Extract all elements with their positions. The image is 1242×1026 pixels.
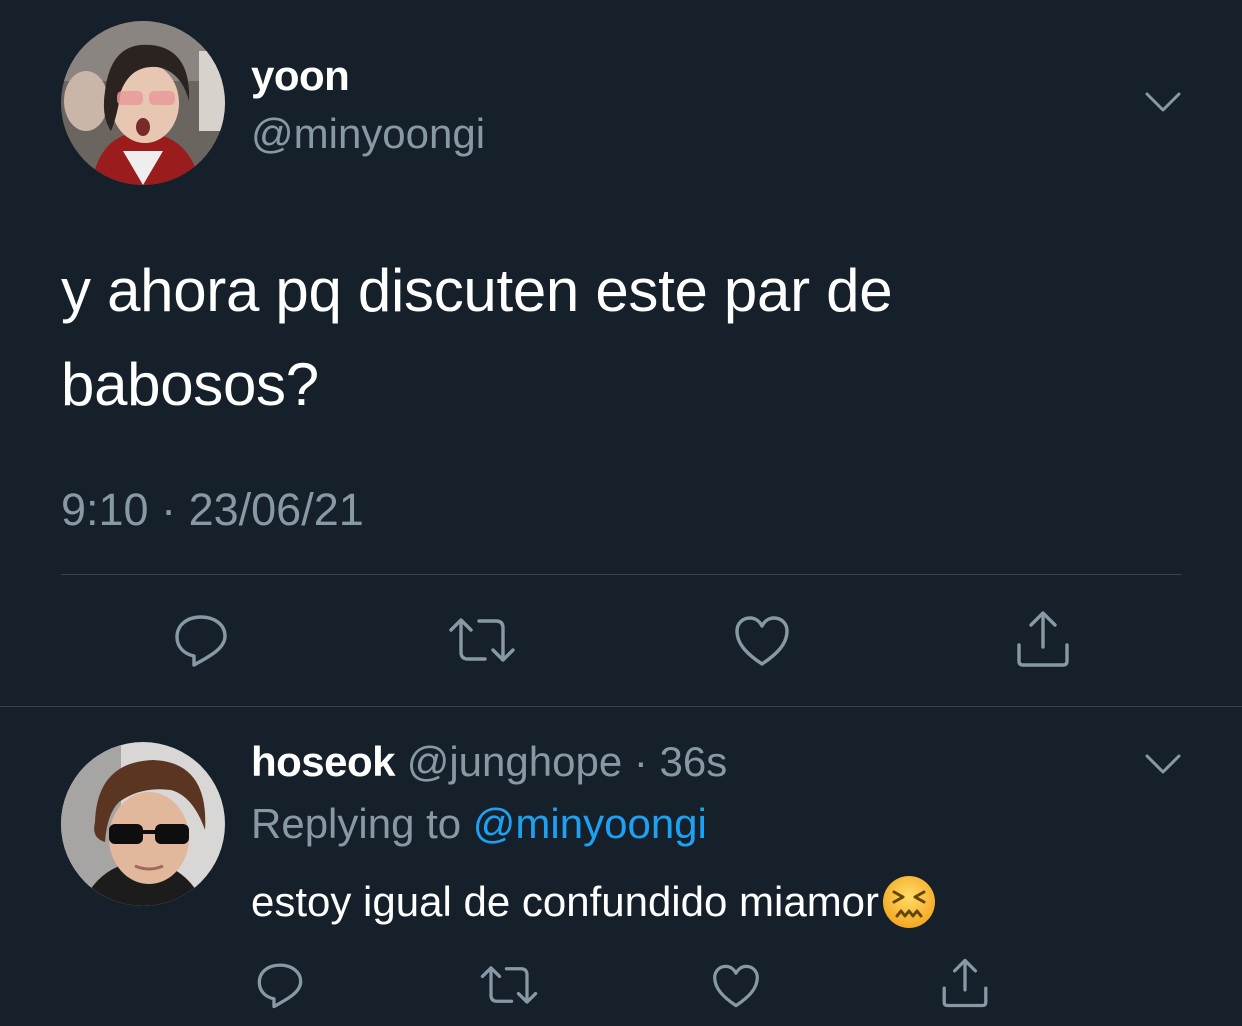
share-icon — [1017, 611, 1069, 667]
share-button[interactable] — [938, 956, 992, 1010]
divider — [61, 574, 1182, 575]
tweet-detail-view: yoon @minyoongi y ahora pq discuten este… — [0, 0, 1242, 1026]
reply-icon — [175, 615, 227, 667]
tweet-date: 23/06/21 — [188, 484, 364, 535]
reply-button[interactable] — [254, 958, 306, 1012]
share-button[interactable] — [1012, 608, 1074, 670]
author-handle[interactable]: @minyoongi — [251, 110, 485, 158]
reply-header: hoseok @junghope · 36s — [251, 738, 727, 786]
tweet-time: 9:10 — [61, 484, 149, 535]
like-icon — [713, 964, 759, 1008]
confounded-face-icon — [881, 874, 937, 930]
author-name[interactable]: yoon — [251, 52, 350, 100]
author-handle[interactable]: @junghope — [407, 738, 622, 785]
tweet-text-line: babosos? — [61, 351, 319, 418]
reply-icon — [257, 963, 303, 1009]
main-tweet: yoon @minyoongi y ahora pq discuten este… — [0, 0, 1242, 706]
share-icon — [942, 958, 988, 1008]
tweet-text: y ahora pq discuten este par de babosos? — [61, 244, 1181, 432]
reply-text: estoy igual de confundido miamor — [251, 874, 937, 930]
divider — [0, 706, 1242, 707]
chevron-down-icon[interactable] — [1143, 88, 1183, 116]
like-icon — [735, 616, 789, 666]
replying-to: Replying to @minyoongi — [251, 800, 707, 848]
replying-to-label: Replying to — [251, 800, 473, 847]
tweet-timestamp[interactable]: 9:10 · 23/06/21 — [61, 484, 364, 536]
like-button[interactable] — [710, 962, 762, 1010]
reply-text-content: estoy igual de confundido miamor — [251, 878, 880, 925]
meta-separator: · — [148, 484, 189, 535]
retweet-icon — [449, 618, 515, 662]
avatar[interactable] — [61, 742, 225, 906]
tweet-text-line: y ahora pq discuten este par de — [61, 257, 893, 324]
author-name[interactable]: hoseok — [251, 738, 396, 785]
reply-button[interactable] — [170, 608, 232, 672]
retweet-button[interactable] — [478, 960, 540, 1010]
chevron-down-icon[interactable] — [1143, 750, 1183, 778]
like-button[interactable] — [732, 612, 792, 670]
retweet-button[interactable] — [446, 610, 518, 670]
meta-separator: · — [622, 738, 660, 785]
replying-to-mention[interactable]: @minyoongi — [473, 800, 707, 847]
reply-age[interactable]: 36s — [660, 738, 728, 785]
avatar[interactable] — [61, 21, 225, 185]
retweet-icon — [480, 966, 538, 1004]
